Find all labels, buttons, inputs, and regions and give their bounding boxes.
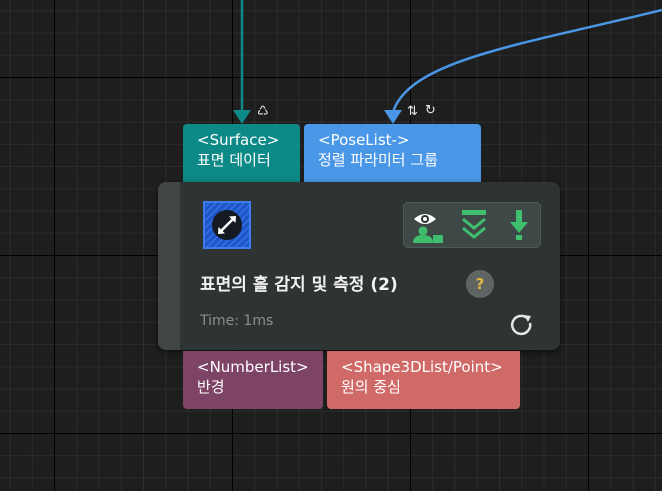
expand-diagonal-icon [203,201,251,249]
step-node-card[interactable]: 표면의 홀 감지 및 측정 (2) ? Time: 1ms [158,182,560,350]
surface-connector-arrow [233,110,251,124]
input-port-surface[interactable]: <Surface> 표면 데이터 [183,124,300,182]
download-arrow-icon[interactable] [501,207,537,243]
up-down-arrows-icon[interactable]: ⇅ [407,105,418,119]
output-port-numberlist[interactable]: <NumberList> 반경 [183,351,323,409]
help-button[interactable]: ? [466,270,494,298]
input-port-label: 정렬 파라미터 그룹 [318,151,438,169]
recycle-icon[interactable]: ♺ [257,105,269,119]
node-execution-time: Time: 1ms [200,313,274,329]
reset-icon[interactable] [510,313,534,337]
output-port-type: <NumberList> [197,358,309,376]
node-action-panel [403,202,541,248]
node-drag-strip[interactable] [158,182,180,350]
input-port-type: <PoseList-> [318,131,410,149]
output-port-shape3dlist[interactable]: <Shape3DList/Point> 원의 중심 [327,351,520,409]
input-port-type: <Surface> [197,131,280,149]
node-title: 표면의 홀 감지 및 측정 (2) [200,275,398,295]
input-port-poselist[interactable]: <PoseList-> 정렬 파라미터 그룹 [304,124,481,182]
refresh-icon[interactable]: ↻ [425,104,436,118]
poselist-connector [391,8,662,113]
output-port-label: 원의 중심 [341,378,401,396]
collapse-chevrons-icon[interactable] [456,207,492,243]
input-port-label: 표면 데이터 [197,151,271,169]
poselist-connector-arrow [384,110,402,124]
output-port-label: 반경 [197,378,225,396]
eye-user-icon[interactable] [409,207,445,243]
output-port-type: <Shape3DList/Point> [341,358,503,376]
